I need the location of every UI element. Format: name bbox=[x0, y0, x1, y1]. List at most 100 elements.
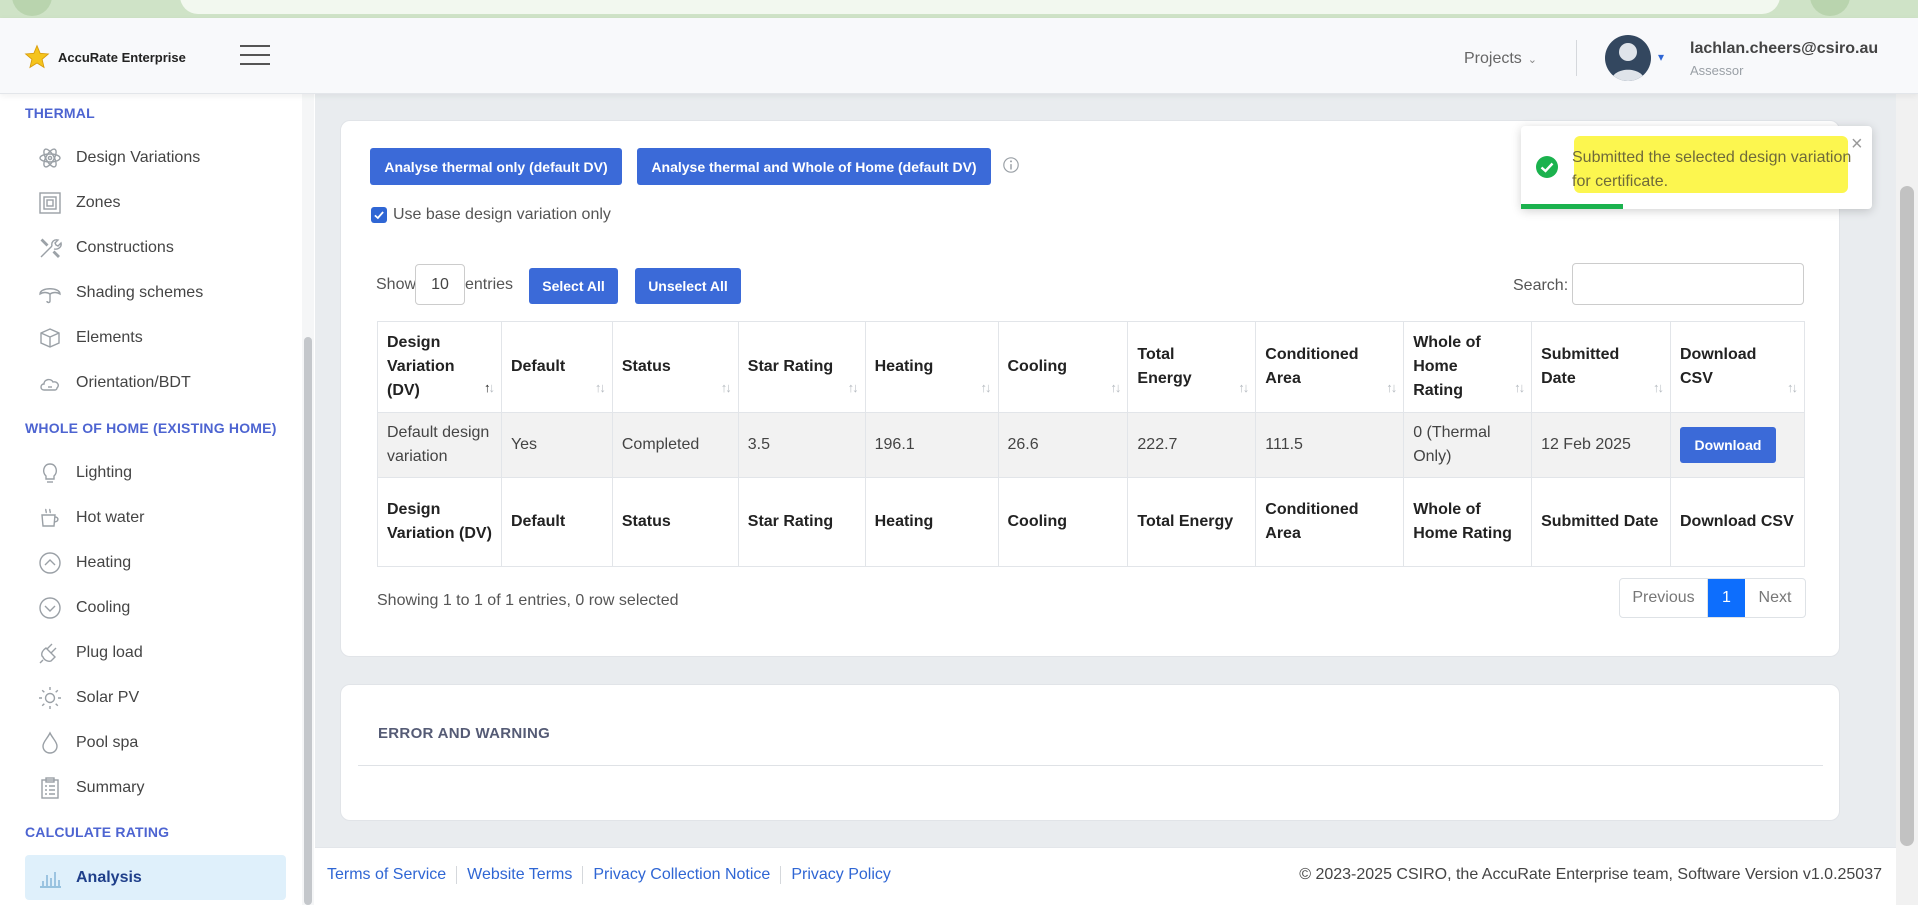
bar-chart-icon bbox=[40, 871, 61, 888]
sidebar-item-shading-schemes[interactable]: Shading schemes bbox=[38, 278, 203, 308]
column-header-design-variation[interactable]: Design Variation (DV) ↑↓ bbox=[377, 321, 502, 413]
column-header-conditioned-area[interactable]: Conditioned Area ↑↓ bbox=[1255, 321, 1405, 413]
select-all-button[interactable]: Select All bbox=[529, 268, 618, 304]
hamburger-menu-icon[interactable] bbox=[240, 45, 270, 65]
sidebar-item-label: Heating bbox=[76, 554, 132, 571]
sun-icon bbox=[39, 687, 61, 709]
footer-link-website-terms[interactable]: Website Terms bbox=[456, 866, 582, 884]
copyright-text: © 2023-2025 CSIRO, the AccuRate Enterpri… bbox=[1299, 866, 1882, 883]
error-warning-title: ERROR AND WARNING bbox=[378, 725, 551, 742]
avatar[interactable] bbox=[1605, 35, 1651, 81]
umbrella-icon bbox=[39, 288, 61, 304]
table-footer-row: Design Variation (DV) Default Status Sta… bbox=[377, 477, 1806, 567]
footer-header-cooling: Cooling bbox=[997, 477, 1129, 567]
browser-back-button[interactable] bbox=[12, 0, 52, 16]
table-row[interactable]: Default design variation Yes Completed 3… bbox=[377, 412, 1806, 478]
analyse-thermal-only-button[interactable]: Analyse thermal only (default DV) bbox=[370, 148, 622, 185]
sidebar-item-label: Orientation/BDT bbox=[76, 374, 191, 391]
sort-icon: ↑↓ bbox=[1238, 380, 1249, 395]
sidebar-section-calculate-rating: CALCULATE RATING bbox=[25, 824, 170, 840]
footer-link-terms-of-service[interactable]: Terms of Service bbox=[327, 866, 456, 884]
sort-icon: ↑↓ bbox=[1386, 380, 1397, 395]
column-header-download-csv[interactable]: Download CSV ↑↓ bbox=[1669, 321, 1806, 413]
sort-icon: ↑↓ bbox=[1110, 380, 1121, 395]
search-label: Search: bbox=[1513, 277, 1569, 294]
cell-cooling: 26.6 bbox=[997, 412, 1129, 478]
user-menu-chevron-icon[interactable]: ▾ bbox=[1658, 50, 1664, 64]
sidebar-scrollbar-thumb[interactable] bbox=[304, 337, 312, 905]
search-input[interactable] bbox=[1572, 263, 1804, 305]
user-email: lachlan.cheers@csiro.au bbox=[1690, 40, 1879, 57]
column-header-total-energy[interactable]: Total Energy ↑↓ bbox=[1127, 321, 1257, 413]
sidebar-item-hot-water[interactable]: Hot water bbox=[38, 503, 144, 533]
sidebar-item-cooling[interactable]: Cooling bbox=[38, 593, 130, 623]
column-header-cooling[interactable]: Cooling ↑↓ bbox=[997, 321, 1129, 413]
sidebar-item-label: Constructions bbox=[76, 239, 174, 256]
use-base-dv-checkbox[interactable] bbox=[371, 207, 387, 223]
column-header-submitted-date[interactable]: Submitted Date ↑↓ bbox=[1531, 321, 1671, 413]
brand[interactable]: AccuRate Enterprise bbox=[24, 44, 186, 70]
pagination-previous[interactable]: Previous bbox=[1620, 579, 1708, 617]
sidebar-item-elements[interactable]: Elements bbox=[38, 323, 143, 353]
entries-per-page-input[interactable] bbox=[415, 264, 465, 305]
footer-header-total-energy: Total Energy bbox=[1127, 477, 1257, 567]
footer-link-privacy-collection-notice[interactable]: Privacy Collection Notice bbox=[582, 866, 780, 884]
footer-header-status: Status bbox=[611, 477, 739, 567]
sidebar-item-plug-load[interactable]: Plug load bbox=[38, 638, 143, 668]
sort-icon: ↑↓ bbox=[1514, 380, 1525, 395]
sidebar: THERMAL Design Variations Zones Construc… bbox=[0, 94, 315, 905]
sidebar-item-analysis[interactable]: Analysis bbox=[25, 855, 286, 900]
footer-header-star-rating: Star Rating bbox=[737, 477, 866, 567]
entries-label: entries bbox=[465, 276, 514, 293]
column-header-heating[interactable]: Heating ↑↓ bbox=[864, 321, 999, 413]
info-icon[interactable] bbox=[1002, 156, 1020, 174]
browser-profile-icon[interactable] bbox=[1810, 0, 1850, 16]
projects-dropdown[interactable]: Projects ⌄ bbox=[1464, 50, 1537, 68]
clipboard-icon bbox=[41, 777, 59, 799]
cell-dv-name: Default design variation bbox=[377, 412, 502, 478]
column-header-star-rating[interactable]: Star Rating ↑↓ bbox=[737, 321, 866, 413]
pagination-page-1[interactable]: 1 bbox=[1708, 579, 1745, 617]
sidebar-item-label: Analysis bbox=[76, 868, 142, 886]
sidebar-item-pool-spa[interactable]: Pool spa bbox=[38, 728, 138, 758]
cell-star-rating: 3.5 bbox=[737, 412, 866, 478]
sidebar-item-label: Cooling bbox=[76, 599, 131, 616]
footer-link-privacy-policy[interactable]: Privacy Policy bbox=[780, 866, 901, 884]
sidebar-item-constructions[interactable]: Constructions bbox=[38, 233, 174, 263]
footer-header-conditioned-area: Conditioned Area bbox=[1255, 477, 1405, 567]
analyse-thermal-whole-home-button[interactable]: Analyse thermal and Whole of Home (defau… bbox=[637, 148, 991, 185]
footer-header-design-variation: Design Variation (DV) bbox=[377, 477, 502, 567]
sidebar-item-lighting[interactable]: Lighting bbox=[38, 458, 132, 488]
sidebar-item-summary[interactable]: Summary bbox=[38, 773, 144, 803]
page-scrollbar-thumb[interactable] bbox=[1900, 186, 1914, 846]
toast-progress-bar bbox=[1521, 204, 1623, 209]
cooling-icon bbox=[39, 597, 61, 619]
lightbulb-icon bbox=[42, 463, 58, 483]
sidebar-item-zones[interactable]: Zones bbox=[38, 188, 120, 218]
cell-heating: 196.1 bbox=[864, 412, 999, 478]
atom-icon bbox=[39, 148, 61, 168]
sidebar-item-label: Lighting bbox=[76, 464, 133, 481]
column-header-default[interactable]: Default ↑↓ bbox=[500, 321, 613, 413]
pagination-next[interactable]: Next bbox=[1745, 579, 1805, 617]
unselect-all-button[interactable]: Unselect All bbox=[635, 268, 741, 304]
show-entries-label: Show bbox=[376, 276, 417, 293]
drop-icon bbox=[42, 731, 58, 754]
sidebar-item-label: Summary bbox=[76, 779, 145, 796]
sidebar-item-label: Elements bbox=[76, 329, 143, 346]
browser-address-bar[interactable] bbox=[180, 0, 1780, 14]
sidebar-item-orientation-bdt[interactable]: Orientation/BDT bbox=[38, 368, 191, 398]
column-header-whole-home-rating[interactable]: Whole of Home Rating ↑↓ bbox=[1403, 321, 1533, 413]
success-toast: Submitted the selected design variation … bbox=[1521, 126, 1872, 209]
cloud-icon bbox=[40, 378, 59, 391]
footer-header-download-csv: Download CSV bbox=[1669, 477, 1806, 567]
sidebar-item-heating[interactable]: Heating bbox=[38, 548, 131, 578]
sidebar-item-solar-pv[interactable]: Solar PV bbox=[38, 683, 139, 713]
sidebar-item-design-variations[interactable]: Design Variations bbox=[38, 143, 200, 173]
column-header-status[interactable]: Status ↑↓ bbox=[611, 321, 739, 413]
close-icon[interactable]: × bbox=[1851, 134, 1863, 154]
download-csv-button[interactable]: Download bbox=[1679, 427, 1776, 463]
use-base-dv-label[interactable]: Use base design variation only bbox=[393, 206, 611, 224]
user-role: Assessor bbox=[1690, 63, 1744, 78]
browser-toolbar-strip bbox=[0, 0, 1918, 18]
